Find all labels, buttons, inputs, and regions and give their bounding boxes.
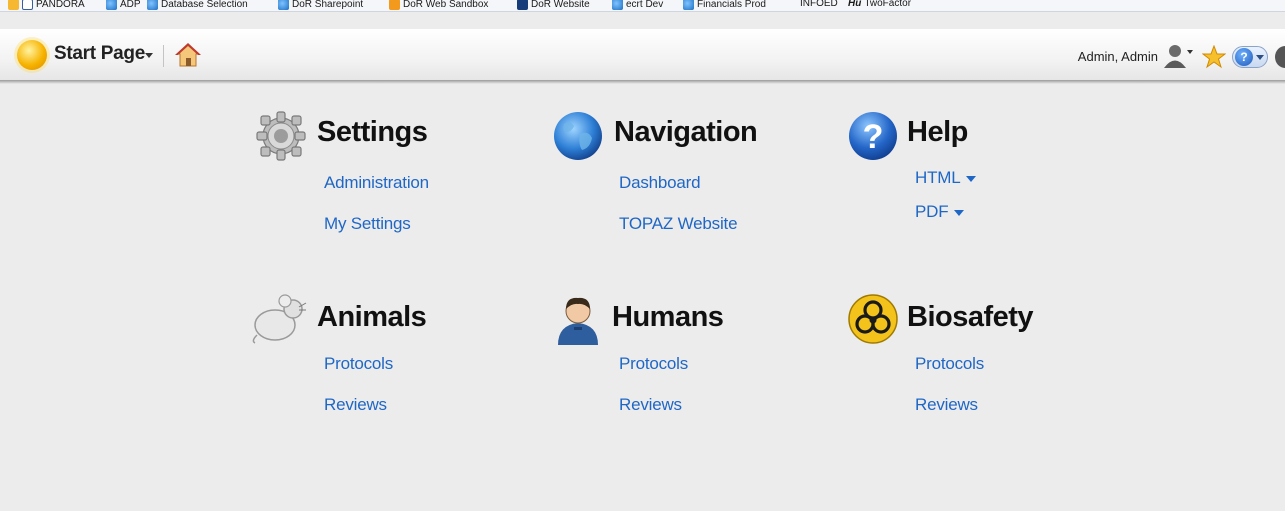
- link-humans-protocols[interactable]: Protocols: [619, 354, 688, 374]
- hu-icon: [517, 0, 528, 10]
- link-biosafety-reviews[interactable]: Reviews: [915, 395, 978, 415]
- caret-down-icon: [954, 209, 965, 216]
- help-menu-button[interactable]: ?: [1232, 46, 1268, 68]
- section-title-navigation: Navigation: [614, 116, 758, 148]
- caret-down-icon: [966, 175, 977, 182]
- link-biosafety-protocols[interactable]: Protocols: [915, 354, 984, 374]
- ie-icon: [683, 0, 694, 10]
- navigation-section: Navigation Dashboard TOPAZ Website: [552, 110, 812, 260]
- app-header: Start Page Admin, Admin ?: [0, 29, 1285, 84]
- help-pdf-dropdown[interactable]: PDF: [915, 202, 965, 222]
- link-animals-protocols[interactable]: Protocols: [324, 354, 393, 374]
- power-icon[interactable]: [1275, 46, 1285, 68]
- help-section: ? Help HTML PDF: [847, 110, 1047, 260]
- hu-text-icon: Hu: [848, 0, 862, 9]
- section-title-help: Help: [907, 116, 968, 148]
- divider: [163, 45, 164, 67]
- link-animals-reviews[interactable]: Reviews: [324, 395, 387, 415]
- ie-icon: [278, 0, 289, 10]
- link-humans-reviews[interactable]: Reviews: [619, 395, 682, 415]
- person-icon: [558, 297, 598, 345]
- globe-icon: [554, 112, 602, 160]
- p-icon: [22, 0, 33, 10]
- animals-section: Animals Protocols Reviews: [249, 293, 509, 433]
- biohazard-icon: [848, 294, 898, 344]
- help-icon: ?: [849, 112, 897, 160]
- user-icon[interactable]: [1163, 44, 1193, 68]
- favorite-link[interactable]: ecrt Dev: [612, 0, 663, 10]
- home-icon[interactable]: [175, 42, 201, 68]
- section-title-settings: Settings: [317, 116, 428, 148]
- section-title-biosafety: Biosafety: [907, 301, 1034, 333]
- favorite-link[interactable]: DoR Sharepoint: [278, 0, 363, 10]
- user-name[interactable]: Admin, Admin: [1078, 49, 1158, 64]
- ie-icon: [147, 0, 158, 10]
- humans-section: Humans Protocols Reviews: [552, 293, 812, 433]
- link-my-settings[interactable]: My Settings: [324, 214, 411, 234]
- favorite-link[interactable]: ADP: [106, 0, 141, 10]
- chevron-down-icon[interactable]: [145, 53, 153, 58]
- sun-logo-icon: [17, 40, 47, 70]
- biosafety-section: Biosafety Protocols Reviews: [847, 293, 1107, 433]
- section-title-animals: Animals: [317, 301, 427, 333]
- favorite-link[interactable]: Financials Prod: [683, 0, 766, 10]
- favorite-link[interactable]: INFOED: [800, 0, 838, 9]
- mouse-icon: [252, 294, 307, 344]
- gear-icon: [256, 111, 306, 161]
- favorites-star-icon[interactable]: [8, 0, 19, 10]
- favorites-bar: PANDORA ADP Database Selection DoR Share…: [0, 0, 1285, 12]
- favorite-link[interactable]: Hu TwoFactor: [848, 0, 911, 9]
- settings-section: Settings Administration My Settings: [255, 110, 515, 260]
- star-icon[interactable]: [1202, 45, 1226, 69]
- favorite-link[interactable]: Database Selection: [147, 0, 248, 10]
- ie-icon: [612, 0, 623, 10]
- link-administration[interactable]: Administration: [324, 173, 429, 193]
- link-topaz-website[interactable]: TOPAZ Website: [619, 214, 738, 234]
- question-icon: ?: [1235, 48, 1253, 66]
- ie-icon: [106, 0, 117, 10]
- help-html-dropdown[interactable]: HTML: [915, 168, 977, 188]
- start-page-menu[interactable]: Start Page: [54, 43, 145, 65]
- link-dashboard[interactable]: Dashboard: [619, 173, 701, 193]
- favorite-link[interactable]: PANDORA: [22, 0, 85, 10]
- favorite-link[interactable]: DoR Web Sandbox: [389, 0, 488, 10]
- svg-text:?: ?: [863, 118, 884, 156]
- section-title-humans: Humans: [612, 301, 724, 333]
- orange-icon: [389, 0, 400, 10]
- chevron-down-icon: [1256, 55, 1264, 60]
- favorite-link[interactable]: DoR Website: [517, 0, 590, 10]
